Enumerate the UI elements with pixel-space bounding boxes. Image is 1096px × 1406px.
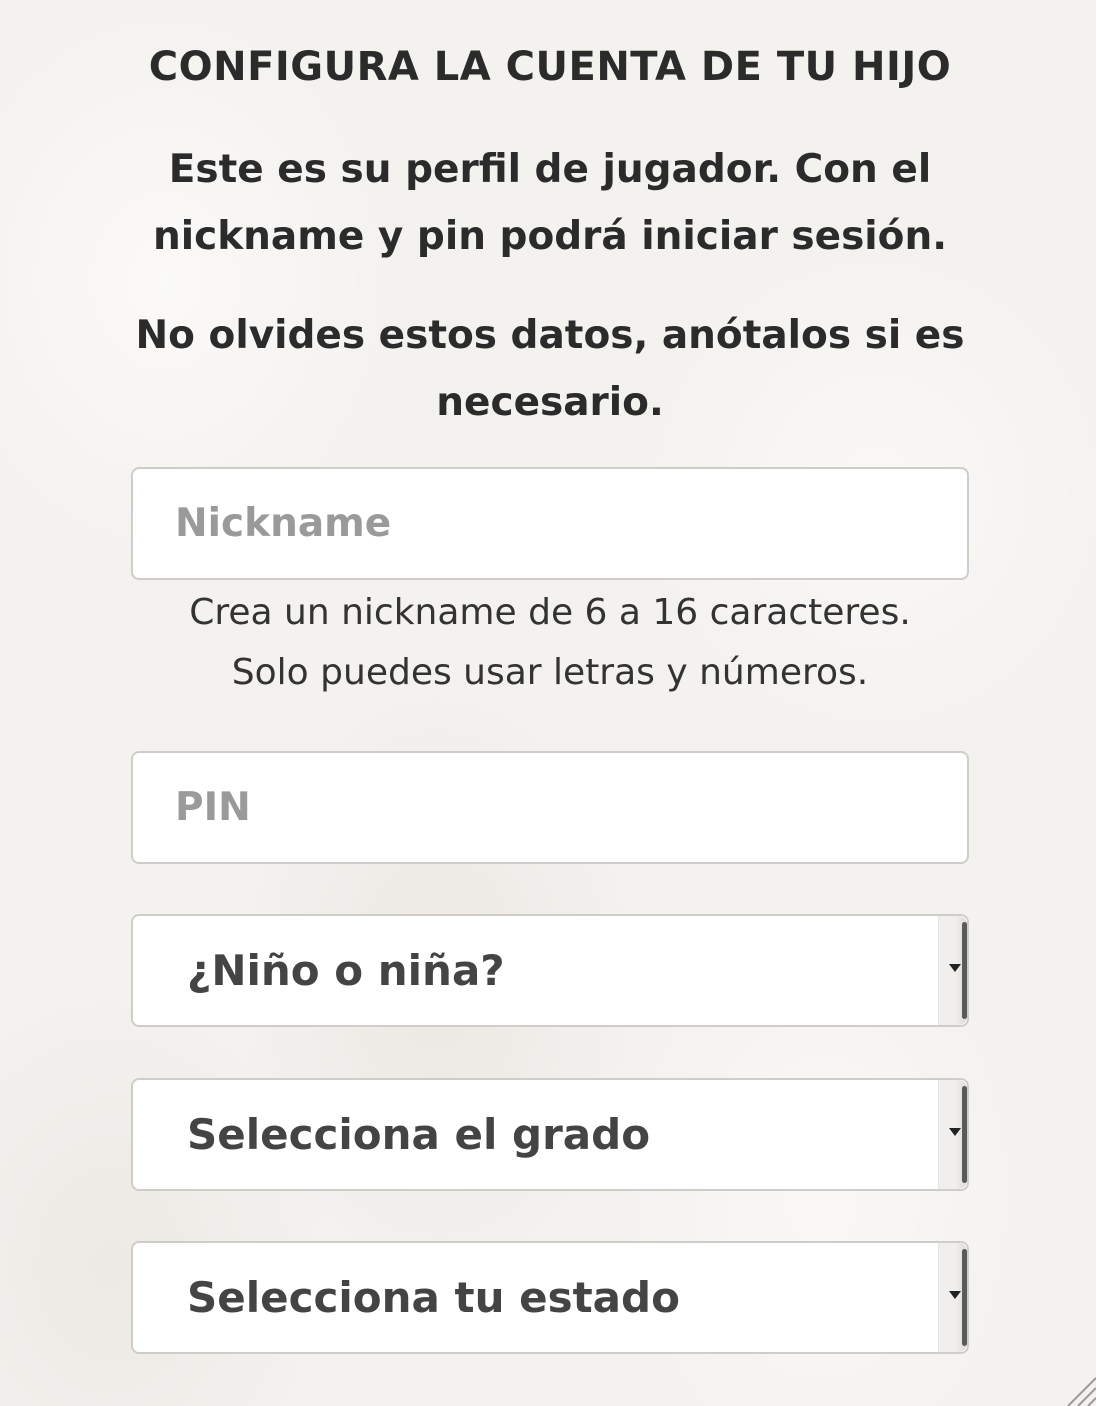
state-select-arrow[interactable] xyxy=(938,1243,967,1352)
gender-select-arrow[interactable] xyxy=(938,916,967,1025)
grade-select-value: Selecciona el grado xyxy=(187,1110,651,1159)
select-edge xyxy=(962,922,967,1019)
nickname-input[interactable] xyxy=(133,469,967,578)
nickname-field[interactable] xyxy=(131,467,969,580)
select-edge xyxy=(962,1086,967,1183)
intro-text: Este es su perfil de jugador. Con el nic… xyxy=(152,147,948,259)
chevron-down-icon xyxy=(949,1128,961,1136)
grade-select[interactable]: Selecciona el grado xyxy=(131,1078,969,1191)
nickname-helper-text: Crea un nickname de 6 a 16 caracteres. S… xyxy=(131,583,969,703)
state-select[interactable]: Selecciona tu estado xyxy=(131,1241,969,1354)
gender-select-value: ¿Niño o niña? xyxy=(187,946,505,995)
reminder-text: No olvides estos datos, anótalos si es n… xyxy=(135,313,965,425)
gender-select[interactable]: ¿Niño o niña? xyxy=(131,914,969,1027)
state-select-value: Selecciona tu estado xyxy=(187,1273,680,1322)
page-title: CONFIGURA LA CUENTA DE TU HIJO xyxy=(148,44,952,90)
nickname-helper-line-1: Crea un nickname de 6 a 16 caracteres. xyxy=(189,592,911,633)
chevron-down-icon xyxy=(949,964,961,972)
grade-select-arrow[interactable] xyxy=(938,1080,967,1189)
pin-field[interactable] xyxy=(131,751,969,864)
resize-grip-icon[interactable] xyxy=(1060,1370,1096,1406)
nickname-helper-line-2: Solo puedes usar letras y números. xyxy=(231,652,869,693)
pin-input[interactable] xyxy=(133,753,967,862)
chevron-down-icon xyxy=(949,1291,961,1299)
select-edge xyxy=(962,1249,967,1346)
